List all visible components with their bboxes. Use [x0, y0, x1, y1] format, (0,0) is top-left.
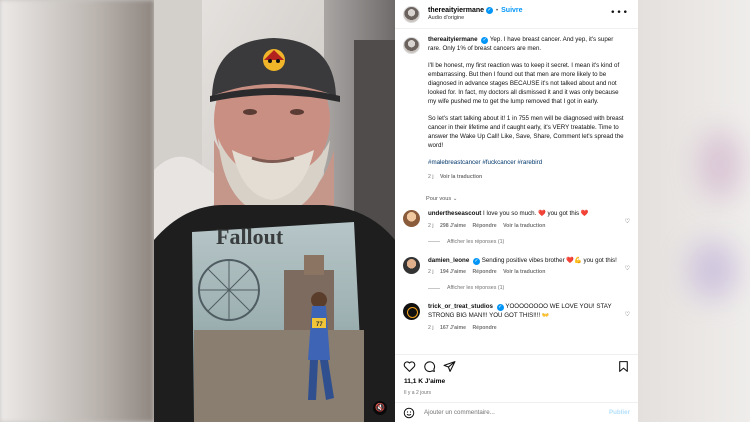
follow-button[interactable]: Suivre	[501, 7, 522, 14]
comment-username[interactable]: damien_leone	[428, 257, 469, 264]
publish-button[interactable]: Publier	[609, 409, 630, 416]
comment-text: Sending positive vibes brother ❤️💪 you g…	[481, 256, 617, 264]
commenter-avatar[interactable]	[403, 256, 420, 274]
commenter-avatar[interactable]	[403, 209, 420, 227]
author-avatar[interactable]	[403, 5, 420, 23]
post-age: Il y a 2 jours	[404, 390, 431, 396]
comment-text: I love you so much. ❤️ you got this ❤️	[483, 209, 589, 217]
comment-icon[interactable]	[423, 360, 436, 373]
caption-translate-link[interactable]: Voir la traduction	[440, 174, 482, 180]
replies-divider	[428, 287, 440, 289]
caption-paragraph-2: I'll be honest, my first reaction was to…	[428, 62, 620, 105]
show-replies-label: Afficher les réponses (1)	[447, 238, 505, 245]
commenter-avatar[interactable]	[403, 303, 420, 321]
post-likes-count[interactable]: 11,1 K J'aime	[404, 378, 445, 385]
emoji-icon[interactable]	[403, 407, 415, 419]
sort-comments-dropdown[interactable]: Pour vous ⌄	[426, 196, 630, 202]
post-header: thereaityiermane ✓ • Suivre Audio d'orig…	[395, 0, 638, 29]
verified-badge-icon: ✓	[496, 304, 504, 312]
vault-number: 77	[316, 322, 323, 328]
post-photo[interactable]: Fallout 77 🔇	[154, 0, 395, 422]
caption-avatar[interactable]	[403, 37, 420, 54]
verified-badge-icon: ✓	[481, 37, 489, 44]
comment-like-heart-icon[interactable]: ♡	[625, 265, 630, 272]
background-blur-right	[638, 0, 750, 422]
chevron-down-icon: ⌄	[452, 195, 458, 202]
comment-like-heart-icon[interactable]: ♡	[625, 311, 630, 318]
photo-illustration: Fallout 77	[154, 0, 395, 422]
caption-paragraph-3: So let's start talking about it! 1 in 75…	[428, 115, 624, 150]
caption-hashtags[interactable]: #malebreastcancer #fuckcancer #rarebird	[428, 159, 625, 168]
background-blur-left	[0, 0, 154, 422]
show-replies-button[interactable]: Afficher les réponses (1)	[428, 285, 630, 291]
post-actions-bar	[395, 354, 638, 374]
more-options-icon[interactable]: •••	[610, 9, 629, 18]
comment-item: trick_or_treat_studios ✓ YOOOOOOOO WE LO…	[403, 303, 630, 331]
comment-likes[interactable]: 298 J'aime	[440, 223, 466, 229]
shirt-title: Fallout	[216, 224, 284, 249]
comment-input[interactable]	[424, 409, 584, 416]
like-heart-icon[interactable]	[403, 360, 416, 373]
save-bookmark-icon[interactable]	[617, 360, 630, 373]
comment-translate-link[interactable]: Voir la traduction	[503, 223, 545, 229]
replies-divider	[428, 241, 440, 243]
audio-label[interactable]: Audio d'origine	[428, 15, 523, 21]
comment-like-heart-icon[interactable]: ♡	[625, 218, 630, 225]
verified-badge-icon: ✓	[486, 7, 494, 14]
caption-username[interactable]: thereaityiermane	[428, 36, 478, 43]
comment-time: 2 j	[428, 222, 434, 229]
comment-likes[interactable]: 167 J'aime	[440, 325, 466, 331]
comment-time: 2 j	[428, 324, 434, 331]
comment-time: 2 j	[428, 269, 434, 276]
post-caption: thereaityiermane ✓ Yep. I have breast ca…	[403, 36, 630, 182]
post-panel: thereaityiermane ✓ • Suivre Audio d'orig…	[395, 0, 638, 422]
comment-username[interactable]: undertheseascout	[428, 210, 481, 217]
caption-meta: 2 j Voir la traduction	[428, 173, 625, 182]
author-username[interactable]: thereaityiermane	[428, 7, 484, 14]
comments-list: undertheseascout I love you so much. ❤️ …	[403, 209, 630, 331]
comment-reply-button[interactable]: Répondre	[472, 325, 496, 331]
verified-badge-icon: ✓	[473, 257, 480, 265]
comment-item: damien_leone ✓ Sending positive vibes br…	[403, 256, 630, 276]
comment-translate-link[interactable]: Voir la traduction	[503, 269, 545, 275]
caption-time: 2 j	[428, 173, 434, 180]
comment-reply-button[interactable]: Répondre	[472, 223, 496, 229]
comment-username[interactable]: trick_or_treat_studios	[428, 303, 493, 310]
mute-icon[interactable]: 🔇	[373, 401, 387, 415]
comment-likes[interactable]: 194 J'aime	[440, 269, 466, 275]
show-replies-label: Afficher les réponses (1)	[447, 285, 505, 292]
sort-label: Pour vous	[426, 195, 452, 202]
comment-composer: Publier	[395, 402, 638, 422]
show-replies-button[interactable]: Afficher les réponses (1)	[428, 239, 630, 245]
comment-reply-button[interactable]: Répondre	[472, 269, 496, 275]
comment-item: undertheseascout I love you so much. ❤️ …	[403, 209, 630, 229]
separator-dot: •	[496, 7, 499, 14]
share-icon[interactable]	[443, 360, 456, 373]
